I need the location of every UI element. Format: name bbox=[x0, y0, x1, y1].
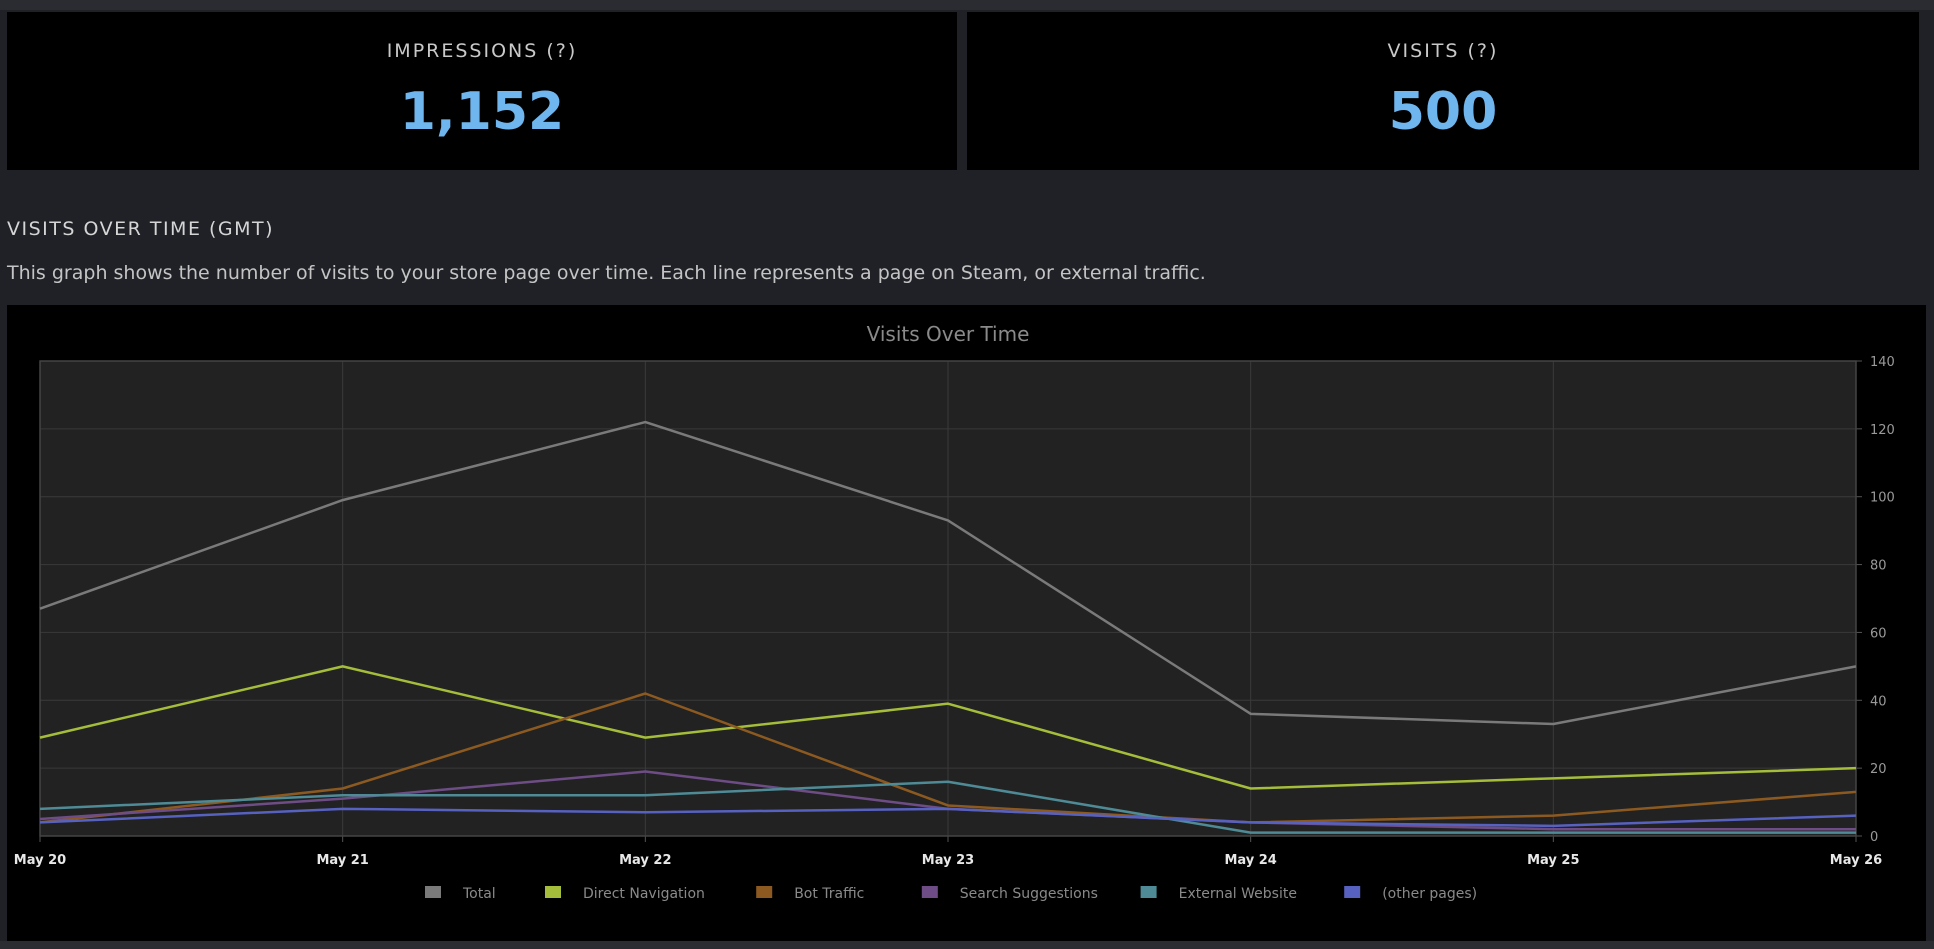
x-tick-label: May 20 bbox=[14, 853, 66, 868]
x-tick-label: May 26 bbox=[1830, 853, 1882, 868]
x-tick-label: May 22 bbox=[619, 853, 671, 868]
legend-label[interactable]: External Website bbox=[1179, 886, 1297, 902]
x-tick-label: May 24 bbox=[1224, 853, 1276, 868]
chart-title: Visits Over Time bbox=[867, 322, 1030, 346]
legend-swatch[interactable] bbox=[756, 886, 773, 898]
chart-panel: Visits Over Time 0 20 40 60 80 100 120 140 May 20… bbox=[7, 305, 1926, 941]
legend-swatch[interactable] bbox=[425, 886, 441, 898]
y-tick-label: 20 bbox=[1870, 762, 1887, 777]
visits-value: 500 bbox=[1388, 82, 1498, 142]
legend-swatch[interactable] bbox=[921, 886, 938, 898]
section-title: VISITS OVER TIME (GMT) bbox=[7, 218, 275, 240]
legend-swatch[interactable] bbox=[545, 886, 561, 898]
legend-label[interactable]: Direct Navigation bbox=[583, 886, 705, 902]
legend-label[interactable]: Search Suggestions bbox=[960, 886, 1098, 902]
visits-card: VISITS (?) 500 bbox=[967, 12, 1919, 170]
impressions-value: 1,152 bbox=[399, 82, 565, 142]
visits-over-time-chart: Visits Over Time 0 20 40 60 80 100 120 140 May 20… bbox=[14, 322, 1895, 902]
legend-swatch[interactable] bbox=[1140, 886, 1157, 898]
legend-label[interactable]: (other pages) bbox=[1382, 886, 1477, 902]
x-tick-label: May 21 bbox=[316, 853, 368, 868]
visits-label[interactable]: VISITS (?) bbox=[967, 40, 1919, 62]
y-tick-label: 80 bbox=[1870, 559, 1887, 574]
section-description: This graph shows the number of visits to… bbox=[7, 262, 1206, 284]
y-tick-label: 120 bbox=[1870, 423, 1895, 438]
impressions-card: IMPRESSIONS (?) 1,152 bbox=[7, 12, 957, 170]
legend-swatch[interactable] bbox=[1344, 886, 1361, 898]
y-tick-label: 140 bbox=[1870, 355, 1895, 370]
x-tick-label: May 25 bbox=[1527, 853, 1579, 868]
y-tick-label: 40 bbox=[1870, 694, 1887, 709]
impressions-label[interactable]: IMPRESSIONS (?) bbox=[7, 40, 957, 62]
legend-label[interactable]: Total bbox=[462, 886, 496, 902]
bottom-strip bbox=[0, 941, 1934, 949]
y-tick-label: 100 bbox=[1870, 491, 1895, 506]
y-tick-label: 0 bbox=[1870, 830, 1878, 845]
top-strip bbox=[0, 0, 1934, 10]
legend-label[interactable]: Bot Traffic bbox=[794, 886, 864, 902]
page: IMPRESSIONS (?) 1,152 VISITS (?) 500 VIS… bbox=[0, 0, 1934, 949]
y-tick-label: 60 bbox=[1870, 626, 1887, 641]
x-tick-label: May 23 bbox=[922, 853, 974, 868]
